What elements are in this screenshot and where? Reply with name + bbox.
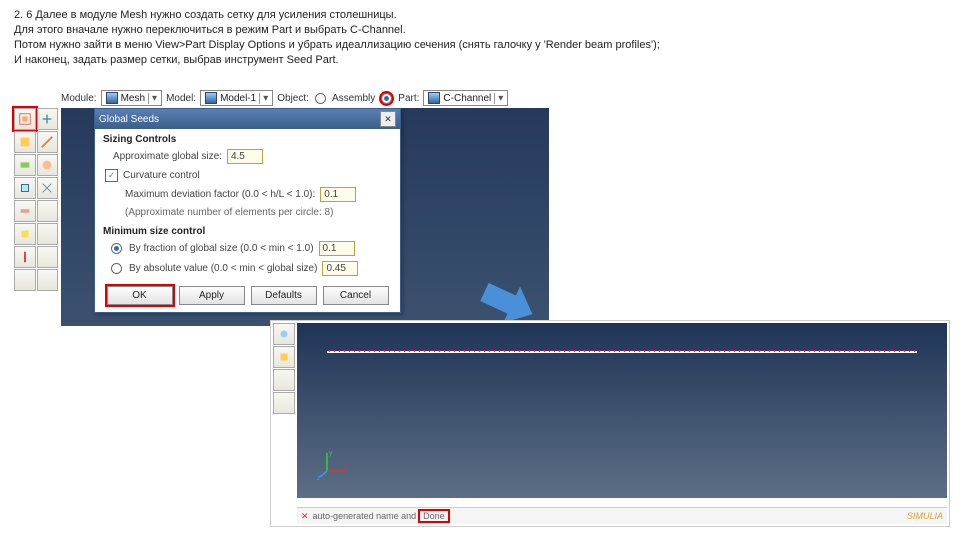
svg-text:z: z [317, 475, 321, 481]
curvature-label: Curvature control [123, 170, 200, 181]
tool-icon[interactable] [273, 323, 295, 345]
maxdev-input[interactable]: 0.1 [320, 187, 356, 202]
approx-size-label: Approximate global size: [113, 151, 222, 162]
screenshot-mesh-dialog: Module: Mesh▾ Model: Model-1▾ Object: As… [14, 90, 554, 330]
instruction-line: 2. 6 Далее в модуле Mesh нужно создать с… [14, 8, 946, 23]
triad-axes-icon: y x z [317, 447, 351, 484]
toolbox-mini [273, 323, 295, 414]
dialog-title: Global Seeds [99, 114, 159, 125]
tool-icon[interactable] [14, 200, 36, 222]
tool-icon[interactable] [273, 392, 295, 414]
screenshot-seeded-part: y x z ✕ auto-generated name and Done SIM… [270, 320, 950, 527]
radio-by-fraction[interactable] [111, 243, 122, 254]
approx-elements-note: (Approximate number of elements per circ… [95, 205, 400, 221]
radio-assembly[interactable] [315, 93, 326, 104]
tool-icon[interactable] [14, 154, 36, 176]
byfrac-input[interactable]: 0.1 [319, 241, 355, 256]
object-label: Object: [277, 93, 309, 104]
tool-icon[interactable] [14, 131, 36, 153]
svg-text:x: x [345, 464, 349, 471]
tool-icon[interactable] [14, 223, 36, 245]
instruction-line: И наконец, задать размер сетки, выбрав и… [14, 53, 946, 68]
tool-icon[interactable] [14, 269, 36, 291]
instructions-block: 2. 6 Далее в модуле Mesh нужно создать с… [0, 0, 960, 71]
seed-part-tool-icon[interactable] [14, 108, 36, 130]
done-button[interactable]: Done [420, 511, 448, 521]
tool-icon[interactable] [37, 246, 59, 268]
tool-icon[interactable] [273, 346, 295, 368]
radio-part[interactable] [381, 93, 392, 104]
dialog-titlebar[interactable]: Global Seeds ✕ [95, 109, 400, 129]
tool-icon[interactable] [14, 177, 36, 199]
close-icon[interactable]: ✕ [380, 111, 396, 127]
tool-icon[interactable] [37, 200, 59, 222]
ok-button[interactable]: OK [107, 286, 173, 305]
defaults-button[interactable]: Defaults [251, 286, 317, 305]
assembly-label: Assembly [332, 93, 375, 104]
module-label: Module: [61, 93, 97, 104]
global-seeds-dialog: Global Seeds ✕ Sizing Controls Approxima… [94, 108, 401, 313]
viewport-result[interactable]: y x z [297, 323, 947, 498]
tool-icon[interactable] [37, 108, 59, 130]
toolbox-left [14, 108, 58, 291]
model-label: Model: [166, 93, 196, 104]
status-bar: ✕ auto-generated name and Done SIMULIA [297, 507, 947, 524]
dialog-button-row: OK Apply Defaults Cancel [95, 279, 400, 312]
tool-icon[interactable] [37, 177, 59, 199]
context-bar: Module: Mesh▾ Model: Model-1▾ Object: As… [61, 90, 508, 106]
byfrac-label: By fraction of global size (0.0 < min < … [129, 243, 314, 254]
instruction-line: Потом нужно зайти в меню View>Part Displ… [14, 38, 946, 53]
apply-button[interactable]: Apply [179, 286, 245, 305]
tool-icon[interactable] [273, 369, 295, 391]
instruction-line: Для этого вначале нужно переключиться в … [14, 23, 946, 38]
maxdev-label: Maximum deviation factor (0.0 < h/L < 1.… [125, 189, 315, 200]
section-heading: Sizing Controls [95, 129, 400, 147]
module-select[interactable]: Mesh▾ [101, 90, 162, 106]
seed-markers [327, 348, 917, 354]
tool-icon[interactable] [14, 246, 36, 268]
tool-icon[interactable] [37, 223, 59, 245]
status-text: auto-generated name and [313, 511, 417, 521]
tool-icon[interactable] [37, 131, 59, 153]
tool-icon[interactable] [37, 269, 59, 291]
brand-logo: SIMULIA [907, 511, 943, 521]
curvature-checkbox[interactable]: ✓ [105, 169, 118, 182]
model-select[interactable]: Model-1▾ [200, 90, 273, 106]
section-heading: Minimum size control [95, 221, 400, 239]
approx-size-input[interactable]: 4.5 [227, 149, 263, 164]
cancel-button[interactable]: Cancel [323, 286, 389, 305]
radio-by-absolute[interactable] [111, 263, 122, 274]
tool-icon[interactable] [37, 154, 59, 176]
svg-text:y: y [329, 450, 333, 457]
byabs-input[interactable]: 0.45 [322, 261, 358, 276]
part-label: Part: [398, 93, 419, 104]
byabs-label: By absolute value (0.0 < min < global si… [129, 263, 317, 274]
part-select[interactable]: C-Channel▾ [423, 90, 508, 106]
